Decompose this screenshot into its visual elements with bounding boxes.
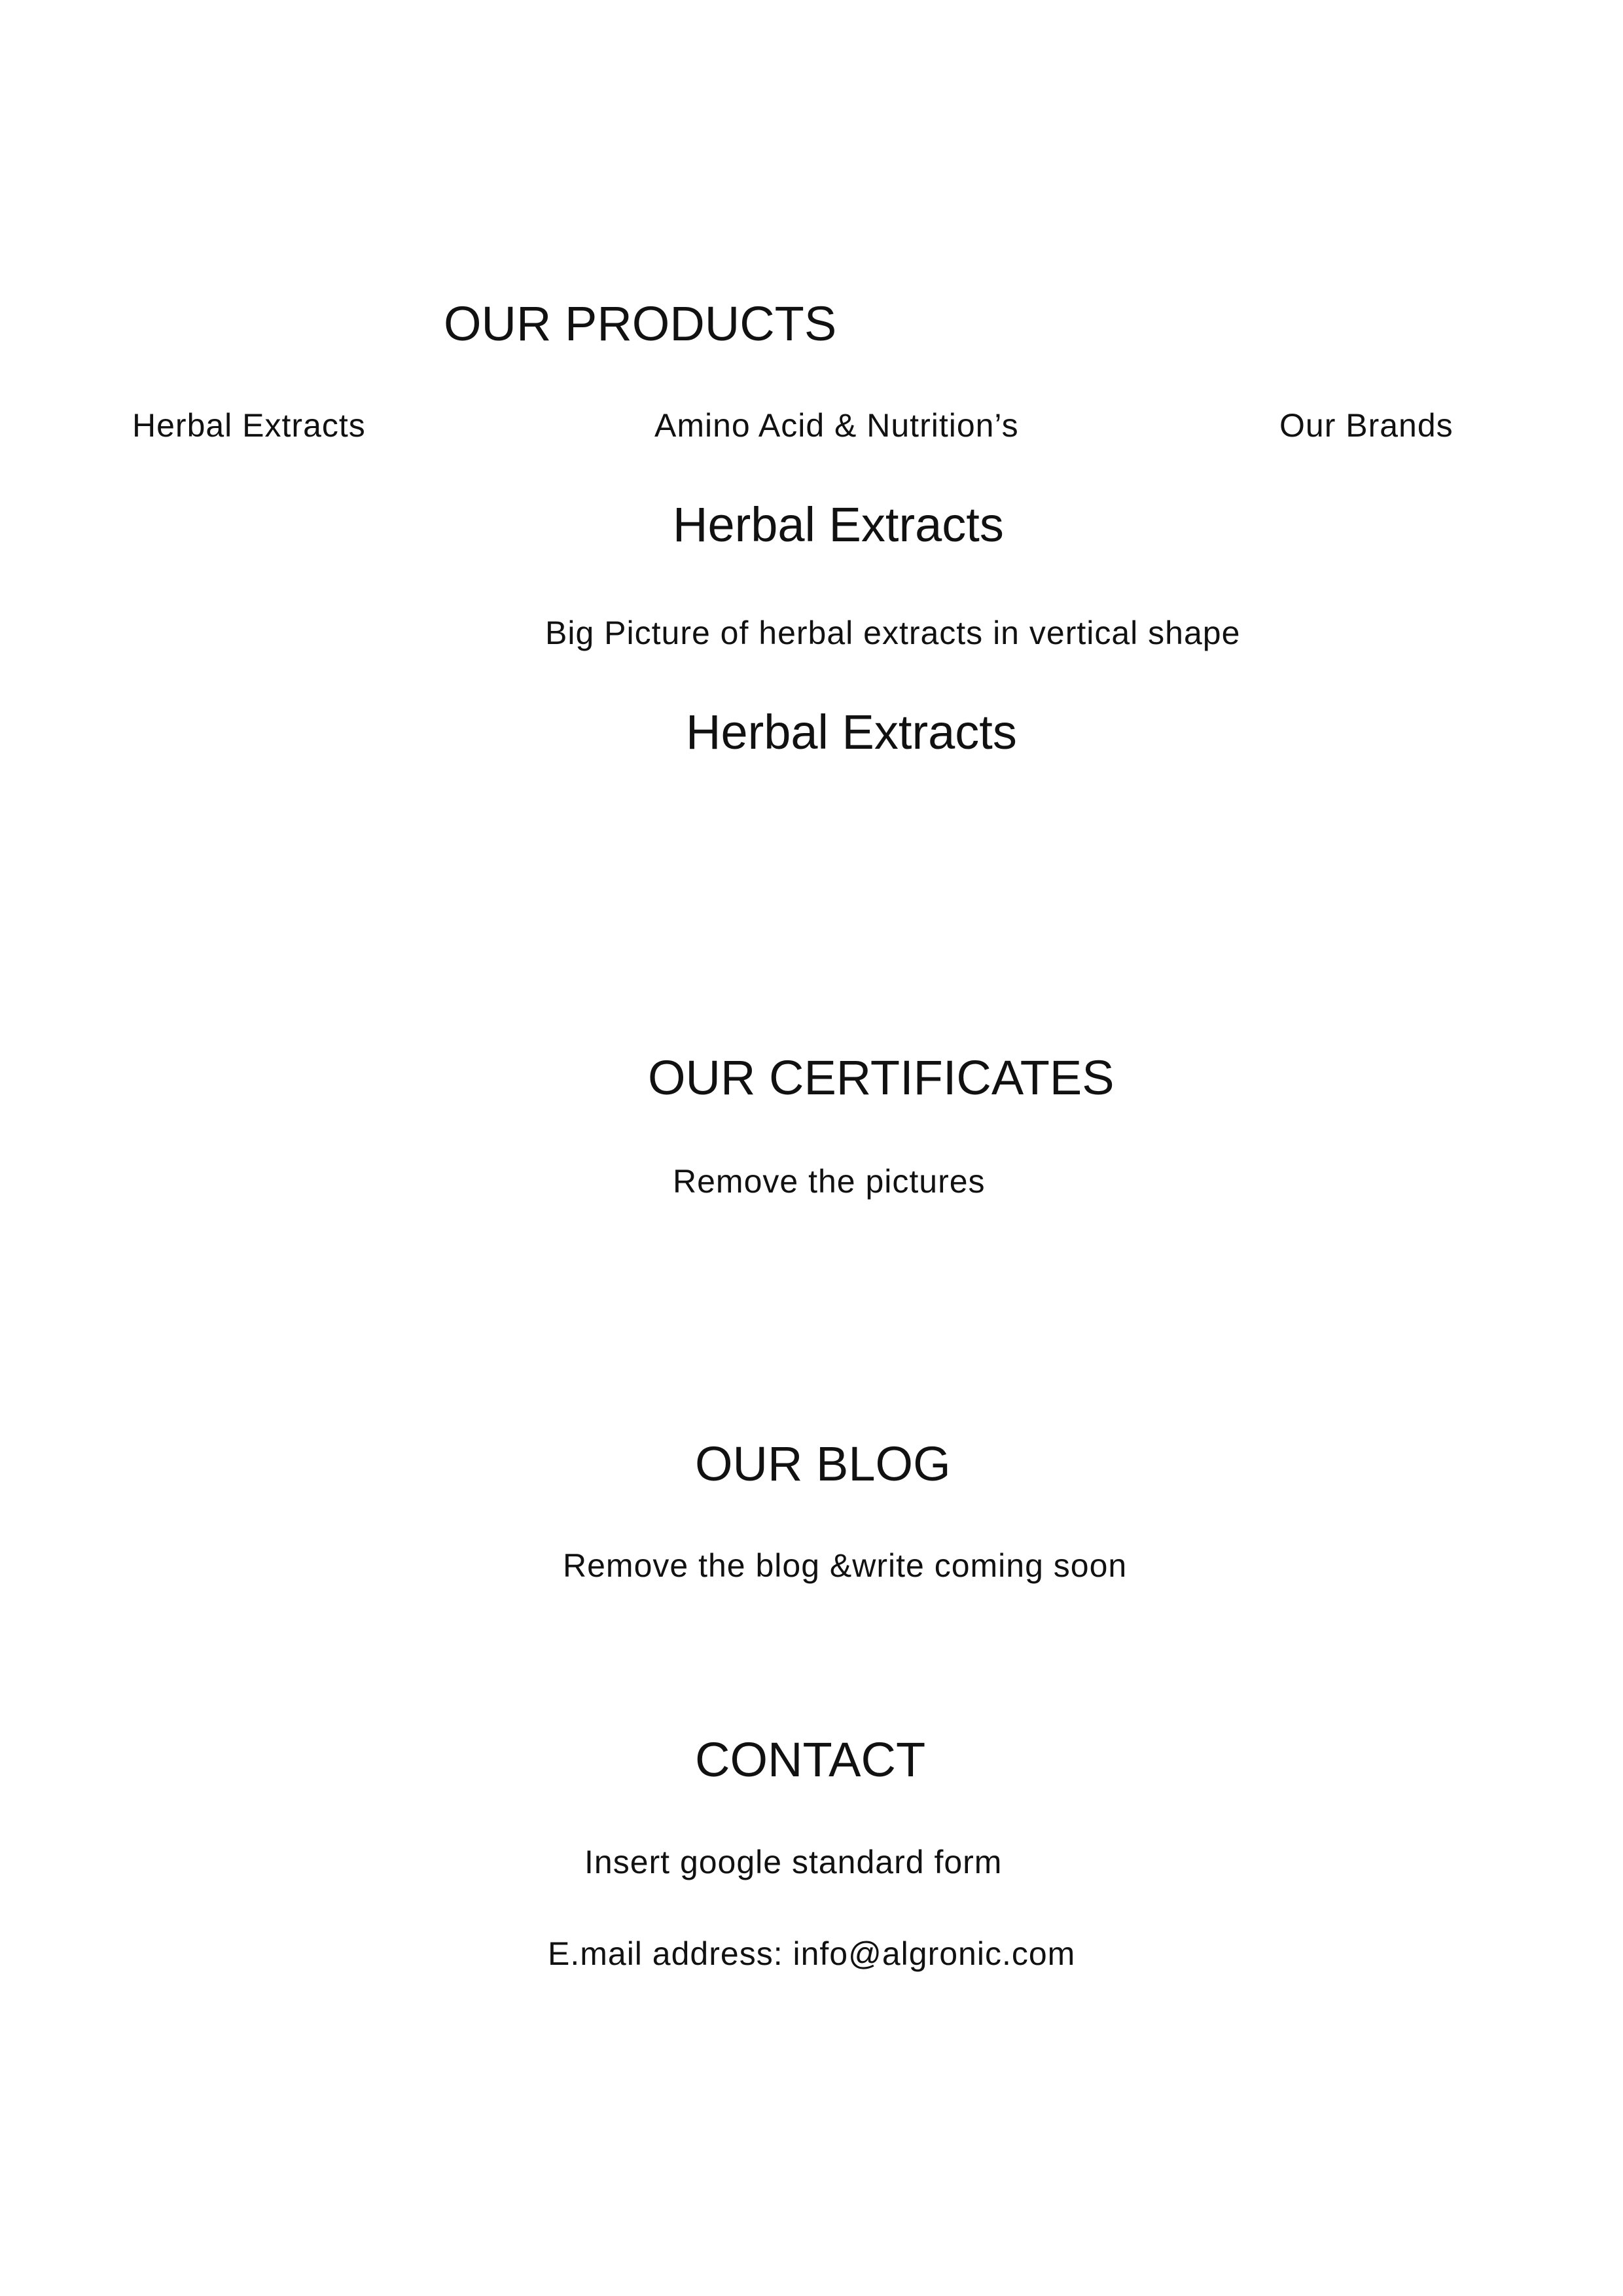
herbal-extracts-heading: Herbal Extracts xyxy=(673,497,1004,552)
herbal-extracts-note: Big Picture of herbal extracts in vertic… xyxy=(545,615,1241,651)
certificates-title: OUR CERTIFICATES xyxy=(648,1050,1115,1105)
herbal-extracts-subheading: Herbal Extracts xyxy=(686,705,1017,759)
blog-title: OUR BLOG xyxy=(695,1437,951,1491)
nav-amino-acid-nutrition[interactable]: Amino Acid & Nutrition’s xyxy=(654,409,1019,442)
blog-note: Remove the blog &write coming soon xyxy=(563,1547,1128,1584)
nav-herbal-extracts[interactable]: Herbal Extracts xyxy=(132,409,366,442)
certificates-note: Remove the pictures xyxy=(673,1163,986,1200)
products-title: OUR PRODUCTS xyxy=(444,296,837,351)
nav-our-brands[interactable]: Our Brands xyxy=(1279,409,1454,442)
contact-form-note: Insert google standard form xyxy=(584,1844,1003,1880)
contact-email: E.mail address: info@algronic.com xyxy=(548,1935,1076,1972)
contact-title: CONTACT xyxy=(695,1732,926,1787)
